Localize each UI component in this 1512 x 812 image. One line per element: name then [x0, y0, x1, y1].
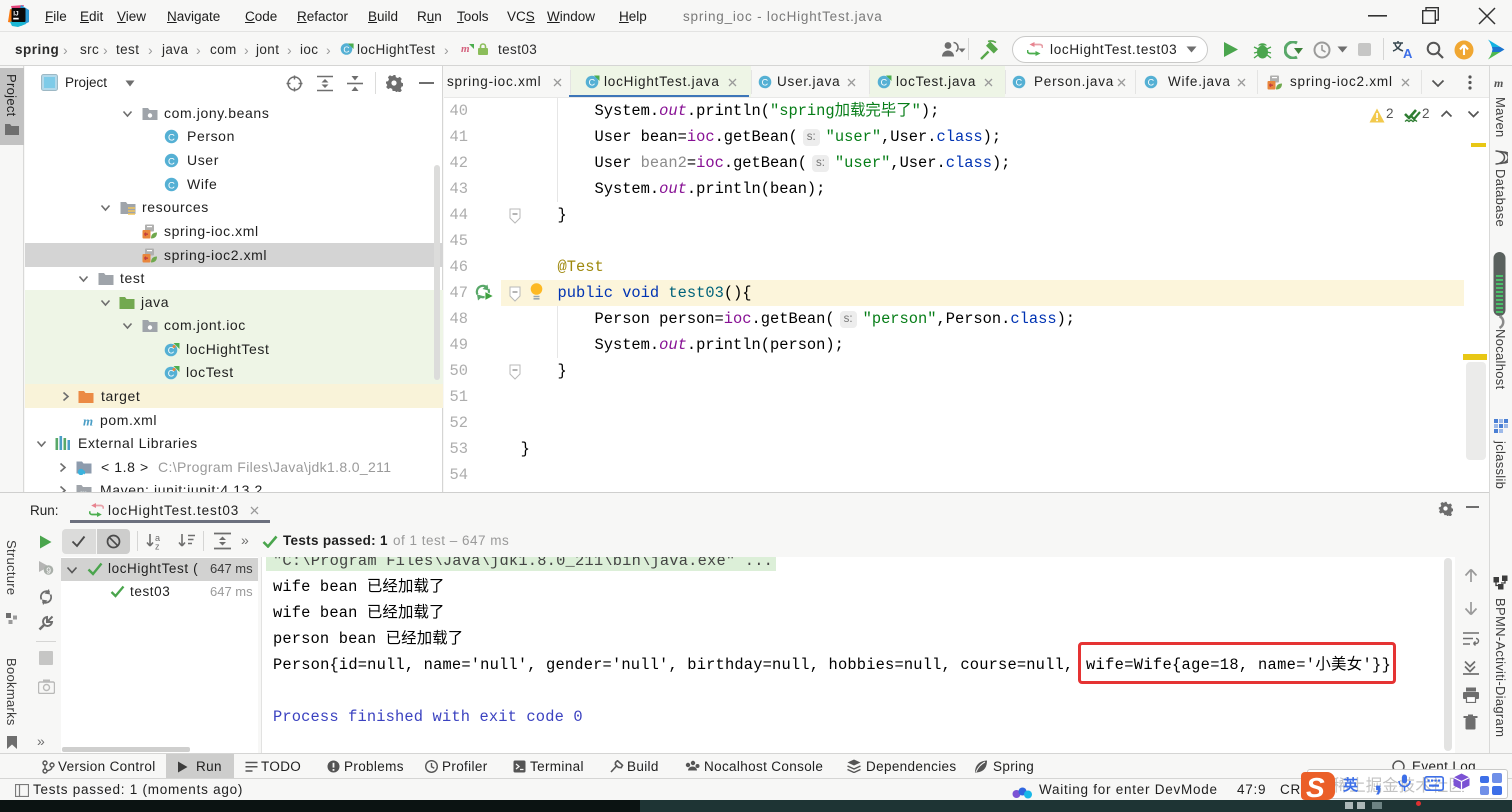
svg-text:C: C: [589, 78, 596, 88]
svg-text:9: 9: [46, 565, 51, 575]
svg-text:A: A: [1403, 46, 1413, 60]
svg-text:C: C: [762, 78, 769, 88]
svg-text:C: C: [881, 78, 888, 88]
svg-text:C: C: [168, 156, 175, 167]
svg-text:C: C: [168, 180, 175, 191]
svg-text:C: C: [1148, 78, 1155, 88]
svg-text:C: C: [168, 132, 175, 143]
svg-text:IJ: IJ: [13, 11, 19, 18]
svg-text:z: z: [155, 542, 160, 551]
svg-text:m: m: [461, 43, 470, 55]
svg-text:C: C: [1016, 78, 1023, 88]
svg-text:m: m: [83, 413, 93, 428]
svg-text:m: m: [1494, 76, 1503, 89]
svg-text:C: C: [343, 45, 350, 55]
